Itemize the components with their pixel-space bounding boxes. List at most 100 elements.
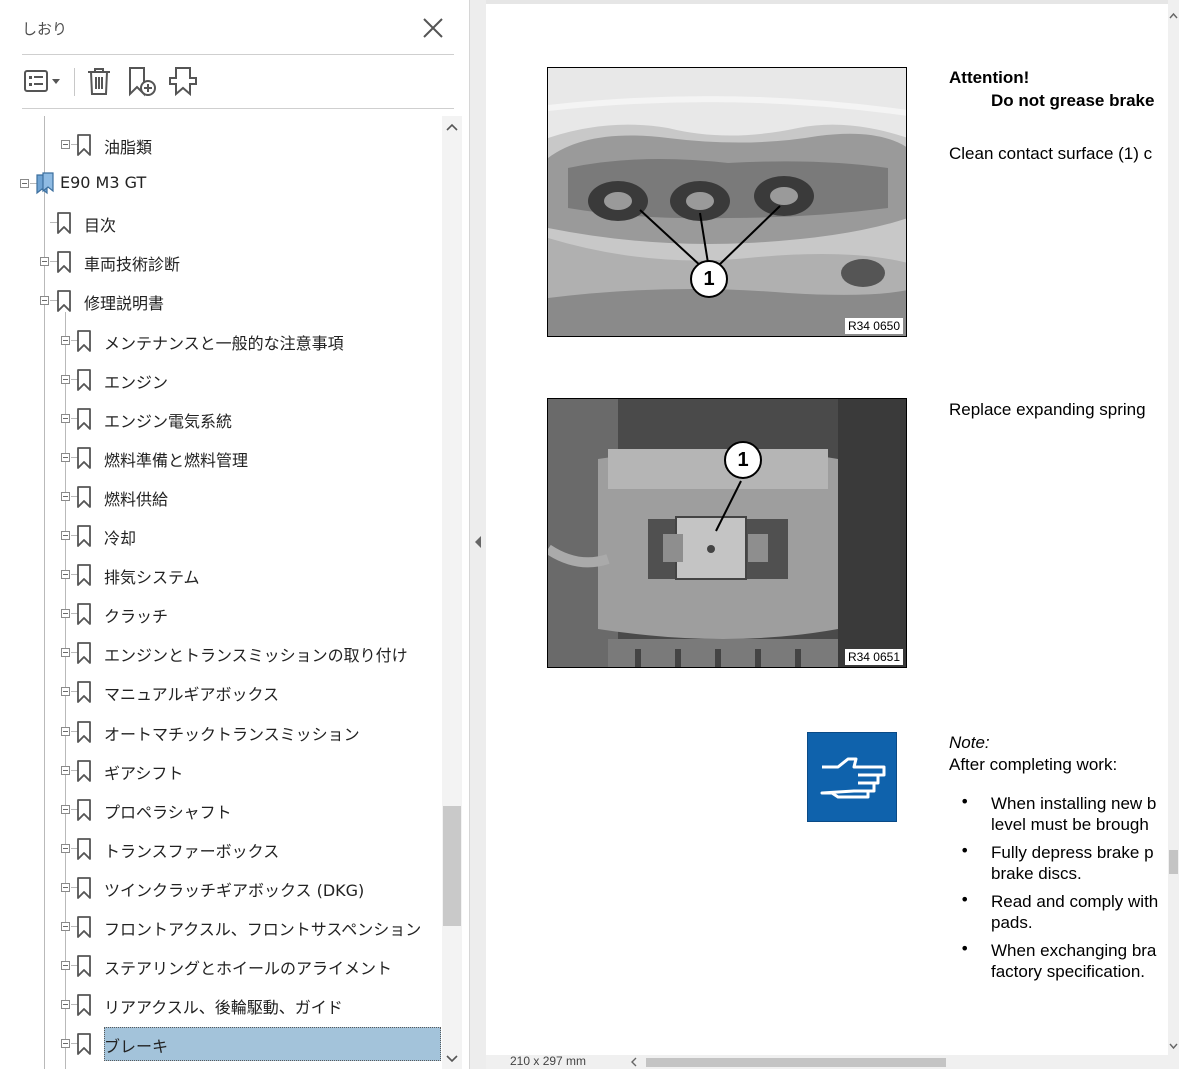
scrollbar-thumb[interactable] (443, 806, 461, 926)
expand-toggle-icon[interactable] (61, 491, 70, 501)
expand-toggle-icon[interactable] (61, 648, 70, 658)
bookmark-label: 修理説明書 (84, 294, 165, 314)
expand-toggle-icon[interactable] (61, 726, 70, 736)
bookmark-item[interactable]: マニュアルギアボックス (0, 675, 442, 707)
scroll-down-icon[interactable] (442, 1049, 462, 1069)
step-text-1: Clean contact surface (1) c (949, 144, 1153, 163)
bookmark-icon (77, 916, 91, 938)
bookmark-item[interactable]: プロペラシャフト (0, 793, 442, 825)
bookmark-label: 冷却 (104, 529, 137, 548)
bookmark-icon (77, 955, 91, 977)
caliper-photo-2: 1 R34 0651 (547, 398, 907, 668)
scroll-left-icon[interactable] (628, 1056, 640, 1068)
scroll-up-icon[interactable] (1168, 10, 1179, 22)
bookmark-icon (77, 485, 91, 508)
bookmark-item[interactable]: 油脂類 (0, 128, 442, 160)
bookmark-options-icon[interactable] (22, 64, 64, 98)
bookmark-icon (77, 603, 91, 626)
panel-divider (22, 108, 454, 109)
expand-toggle-icon[interactable] (61, 1000, 70, 1010)
collapse-panel-icon[interactable] (473, 535, 483, 549)
document-page: 1 R34 0650 1 R34 0651 Attention! Do not … (486, 0, 1168, 1055)
trash-icon[interactable] (84, 64, 114, 98)
callout-number: 1 (724, 441, 762, 479)
bookmark-item[interactable]: 燃料供給 (0, 480, 442, 512)
bookmark-item[interactable]: 燃料準備と燃料管理 (0, 441, 442, 473)
bookmark-label: 燃料供給 (104, 489, 169, 509)
bookmark-item[interactable]: オートマチックトランスミッション (0, 715, 442, 747)
callout-number: 1 (690, 260, 728, 298)
new-bookmark-icon[interactable] (124, 64, 158, 98)
scrollbar-thumb[interactable] (1169, 850, 1178, 874)
expand-toggle-icon[interactable] (61, 687, 70, 697)
expand-toggle-icon[interactable] (61, 374, 70, 384)
bookmark-item[interactable]: 車両技術診断 (0, 245, 442, 277)
expand-toggle-icon[interactable] (61, 335, 70, 345)
bookmark-label: 車両技術診断 (84, 255, 181, 275)
bookmark-item[interactable]: 目次 (0, 206, 442, 238)
bookmark-label: オートマチックトランスミッション (104, 724, 360, 744)
bookmark-item[interactable]: ツインクラッチギアボックス (DKG) (0, 871, 442, 903)
expand-toggle-icon[interactable] (20, 179, 29, 189)
bookmark-item[interactable]: エンジン電気系統 (0, 402, 442, 434)
scroll-down-icon[interactable] (1168, 1040, 1179, 1052)
panel-title: しおり (22, 20, 68, 38)
bookmark-label: クラッチ (104, 607, 169, 627)
tagged-bookmark-icon[interactable] (166, 64, 200, 98)
expand-toggle-icon[interactable] (40, 257, 49, 267)
expand-toggle-icon[interactable] (61, 922, 70, 931)
bullet-text: brake discs. (991, 864, 1082, 883)
page-size-label: 210 x 297 mm (510, 1054, 587, 1068)
bullet-marker: • (960, 939, 970, 958)
bookmark-item[interactable]: 冷却 (0, 519, 442, 551)
expand-toggle-icon[interactable] (61, 843, 70, 853)
bookmark-label: E90 M3 GT (60, 173, 147, 193)
expand-toggle-icon[interactable] (61, 882, 70, 892)
expand-toggle-icon[interactable] (61, 140, 70, 149)
bookmark-item[interactable]: ブレーキ (0, 1027, 442, 1062)
bookmark-item[interactable]: エンジン (0, 363, 442, 395)
expand-toggle-icon[interactable] (61, 765, 70, 775)
bookmark-tree: 油脂類 E90 M3 GT 目次車両技術診断 修理説明書メンテナンスと一般的な注意事項… (0, 116, 442, 1069)
toolbar-divider (74, 68, 75, 96)
bookmark-label: エンジン (104, 372, 169, 392)
bookmark-label: ギアシフト (104, 763, 184, 783)
note-intro: After completing work: (949, 755, 1118, 774)
bookmark-item[interactable]: 排気システム (0, 558, 442, 590)
bookmark-item[interactable]: クラッチ (0, 597, 442, 629)
document-horizontal-scrollbar[interactable]: 210 x 297 mm (486, 1054, 1179, 1069)
bookmark-icon (77, 525, 91, 547)
bookmark-item[interactable]: ギアシフト (0, 754, 442, 786)
bookmark-icon (77, 564, 91, 586)
close-icon[interactable] (419, 14, 447, 42)
expand-toggle-icon[interactable] (61, 531, 70, 540)
expand-toggle-icon[interactable] (40, 296, 49, 306)
expand-toggle-icon[interactable] (61, 413, 70, 423)
document-vertical-scrollbar[interactable] (1168, 0, 1179, 1055)
bookmark-item[interactable]: ステアリングとホイールのアライメント (0, 949, 442, 981)
expand-toggle-icon[interactable] (61, 804, 70, 814)
bookmark-item[interactable]: メンテナンスと一般的な注意事項 (0, 324, 442, 356)
scroll-up-icon[interactable] (442, 116, 462, 138)
expand-toggle-icon[interactable] (61, 609, 70, 619)
bookmark-item[interactable]: トランスファーボックス (0, 832, 442, 864)
bookmark-item[interactable]: E90 M3 GT (0, 167, 442, 199)
bookmark-item[interactable]: フロントアクスル、フロントサスペンション (0, 910, 442, 942)
photo-code: R34 0650 (844, 318, 903, 334)
bookmark-scrollbar[interactable] (442, 116, 462, 1069)
bookmark-item[interactable]: リアアクスル、後輪駆動、ガイド (0, 988, 442, 1020)
scrollbar-thumb[interactable] (646, 1058, 946, 1067)
expand-toggle-icon[interactable] (61, 961, 70, 971)
bookmark-item[interactable]: エンジンとトランスミッションの取り付け (0, 636, 442, 668)
panel-splitter[interactable] (470, 0, 486, 1069)
bookmark-item[interactable]: 修理説明書 (0, 284, 442, 316)
expand-toggle-icon[interactable] (61, 452, 70, 462)
bookmark-label: 目次 (84, 216, 117, 236)
bookmark-icon (77, 134, 91, 156)
bullet-text: pads. (991, 913, 1033, 932)
expand-toggle-icon[interactable] (61, 1039, 70, 1049)
expand-toggle-icon[interactable] (61, 570, 70, 580)
photo-code: R34 0651 (844, 649, 903, 665)
bullet-text: Fully depress brake p (991, 843, 1154, 862)
bookmark-icon (57, 251, 71, 274)
